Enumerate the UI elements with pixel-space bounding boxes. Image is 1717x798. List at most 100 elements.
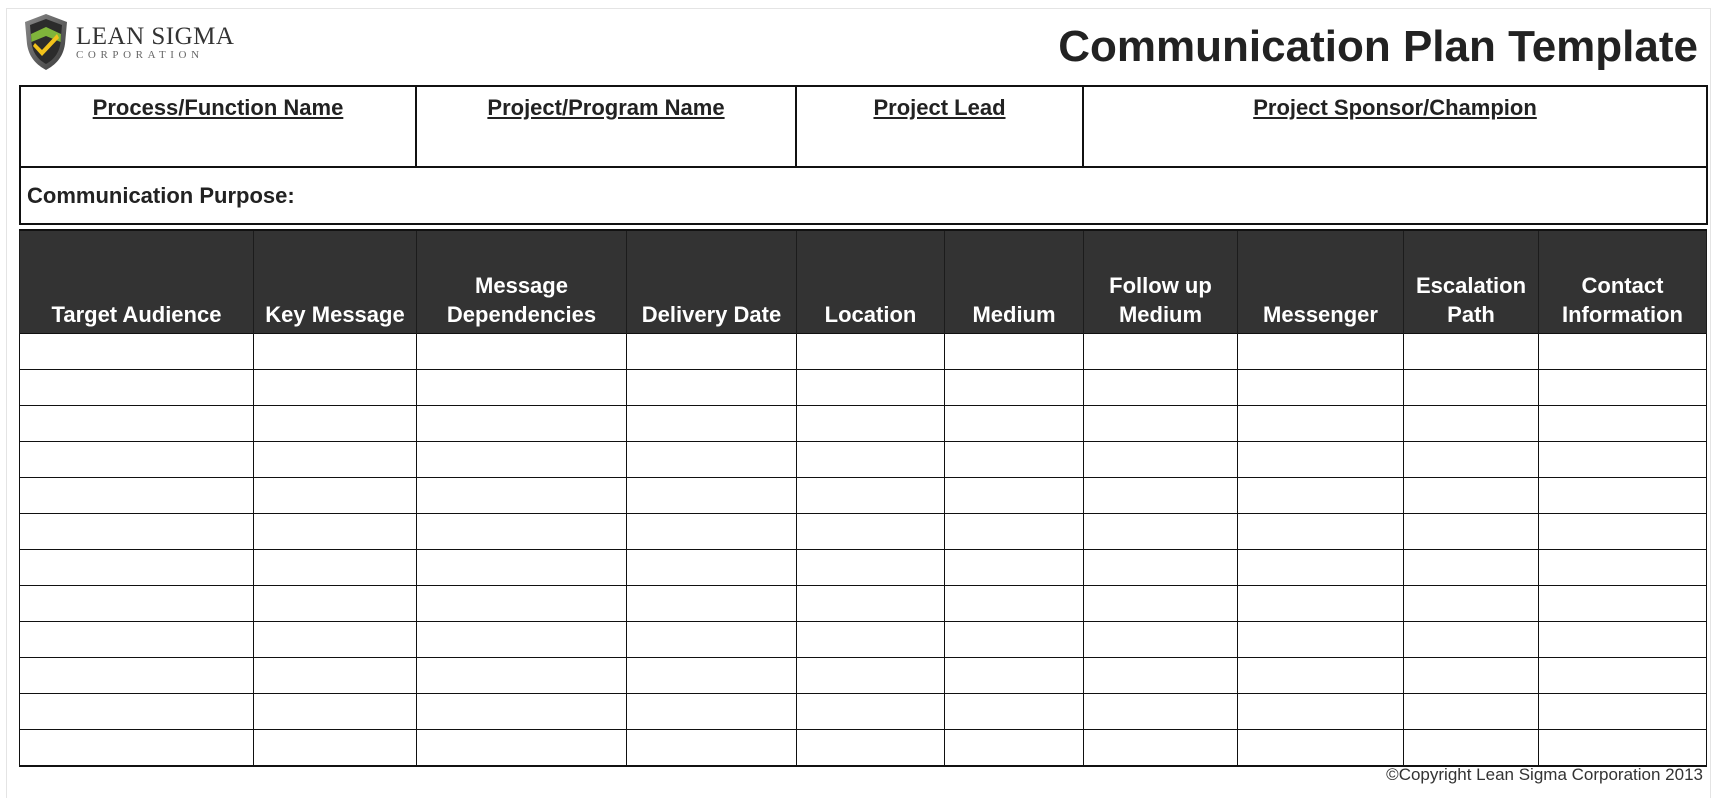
table-cell[interactable] xyxy=(416,657,627,694)
process-function-name-field[interactable]: Process/Function Name xyxy=(19,85,417,168)
table-cell[interactable] xyxy=(253,369,417,406)
table-cell[interactable] xyxy=(1538,621,1707,658)
table-cell[interactable] xyxy=(416,477,627,514)
table-cell[interactable] xyxy=(1403,585,1539,622)
table-cell[interactable] xyxy=(1403,369,1539,406)
table-cell[interactable] xyxy=(796,405,945,442)
table-cell[interactable] xyxy=(1403,621,1539,658)
table-cell[interactable] xyxy=(796,369,945,406)
table-cell[interactable] xyxy=(19,513,254,550)
table-cell[interactable] xyxy=(19,477,254,514)
table-cell[interactable] xyxy=(796,585,945,622)
table-cell[interactable] xyxy=(416,621,627,658)
project-program-name-field[interactable]: Project/Program Name xyxy=(415,85,797,168)
table-cell[interactable] xyxy=(1237,693,1404,730)
table-cell[interactable] xyxy=(944,549,1084,586)
table-cell[interactable] xyxy=(253,441,417,478)
table-cell[interactable] xyxy=(253,729,417,767)
table-cell[interactable] xyxy=(416,369,627,406)
table-cell[interactable] xyxy=(19,729,254,767)
table-cell[interactable] xyxy=(944,513,1084,550)
table-cell[interactable] xyxy=(626,549,797,586)
project-sponsor-field[interactable]: Project Sponsor/Champion xyxy=(1082,85,1708,168)
table-cell[interactable] xyxy=(1083,513,1238,550)
table-cell[interactable] xyxy=(1538,477,1707,514)
table-cell[interactable] xyxy=(1237,621,1404,658)
table-cell[interactable] xyxy=(416,693,627,730)
table-cell[interactable] xyxy=(1083,333,1238,370)
table-cell[interactable] xyxy=(944,621,1084,658)
table-cell[interactable] xyxy=(1403,729,1539,767)
table-cell[interactable] xyxy=(944,441,1084,478)
table-cell[interactable] xyxy=(19,441,254,478)
table-cell[interactable] xyxy=(1403,549,1539,586)
table-cell[interactable] xyxy=(19,621,254,658)
table-cell[interactable] xyxy=(1083,693,1238,730)
table-cell[interactable] xyxy=(1403,333,1539,370)
table-cell[interactable] xyxy=(253,621,417,658)
table-cell[interactable] xyxy=(796,513,945,550)
table-cell[interactable] xyxy=(1083,441,1238,478)
table-cell[interactable] xyxy=(19,369,254,406)
communication-purpose-field[interactable]: Communication Purpose: xyxy=(19,166,1708,225)
table-cell[interactable] xyxy=(1403,693,1539,730)
table-cell[interactable] xyxy=(626,369,797,406)
table-cell[interactable] xyxy=(416,441,627,478)
table-cell[interactable] xyxy=(626,693,797,730)
table-cell[interactable] xyxy=(1237,333,1404,370)
table-cell[interactable] xyxy=(1237,441,1404,478)
table-cell[interactable] xyxy=(19,693,254,730)
table-cell[interactable] xyxy=(796,621,945,658)
table-cell[interactable] xyxy=(19,333,254,370)
table-cell[interactable] xyxy=(1237,513,1404,550)
table-cell[interactable] xyxy=(1403,513,1539,550)
table-cell[interactable] xyxy=(626,729,797,767)
table-cell[interactable] xyxy=(19,585,254,622)
table-cell[interactable] xyxy=(416,549,627,586)
table-cell[interactable] xyxy=(944,369,1084,406)
table-cell[interactable] xyxy=(944,477,1084,514)
table-cell[interactable] xyxy=(1403,657,1539,694)
table-cell[interactable] xyxy=(1083,657,1238,694)
table-cell[interactable] xyxy=(626,585,797,622)
table-cell[interactable] xyxy=(1538,693,1707,730)
table-cell[interactable] xyxy=(944,657,1084,694)
table-cell[interactable] xyxy=(1083,477,1238,514)
table-cell[interactable] xyxy=(1237,729,1404,767)
table-cell[interactable] xyxy=(1538,657,1707,694)
table-cell[interactable] xyxy=(796,333,945,370)
table-cell[interactable] xyxy=(1538,729,1707,767)
table-cell[interactable] xyxy=(1237,585,1404,622)
table-cell[interactable] xyxy=(1237,369,1404,406)
table-cell[interactable] xyxy=(253,333,417,370)
table-cell[interactable] xyxy=(253,477,417,514)
table-cell[interactable] xyxy=(796,549,945,586)
table-cell[interactable] xyxy=(1237,405,1404,442)
table-cell[interactable] xyxy=(253,513,417,550)
table-cell[interactable] xyxy=(1083,405,1238,442)
table-cell[interactable] xyxy=(1538,333,1707,370)
project-lead-field[interactable]: Project Lead xyxy=(795,85,1084,168)
table-cell[interactable] xyxy=(626,477,797,514)
table-cell[interactable] xyxy=(416,333,627,370)
table-cell[interactable] xyxy=(416,585,627,622)
table-cell[interactable] xyxy=(1538,441,1707,478)
table-cell[interactable] xyxy=(796,693,945,730)
table-cell[interactable] xyxy=(626,621,797,658)
table-cell[interactable] xyxy=(416,513,627,550)
table-cell[interactable] xyxy=(19,657,254,694)
table-cell[interactable] xyxy=(1083,621,1238,658)
table-cell[interactable] xyxy=(1403,441,1539,478)
table-cell[interactable] xyxy=(253,549,417,586)
table-cell[interactable] xyxy=(416,405,627,442)
table-cell[interactable] xyxy=(796,729,945,767)
table-cell[interactable] xyxy=(19,549,254,586)
table-cell[interactable] xyxy=(1083,369,1238,406)
table-cell[interactable] xyxy=(1083,585,1238,622)
table-cell[interactable] xyxy=(1237,477,1404,514)
table-cell[interactable] xyxy=(944,333,1084,370)
table-cell[interactable] xyxy=(1237,549,1404,586)
table-cell[interactable] xyxy=(253,657,417,694)
table-cell[interactable] xyxy=(944,585,1084,622)
table-cell[interactable] xyxy=(1083,729,1238,767)
